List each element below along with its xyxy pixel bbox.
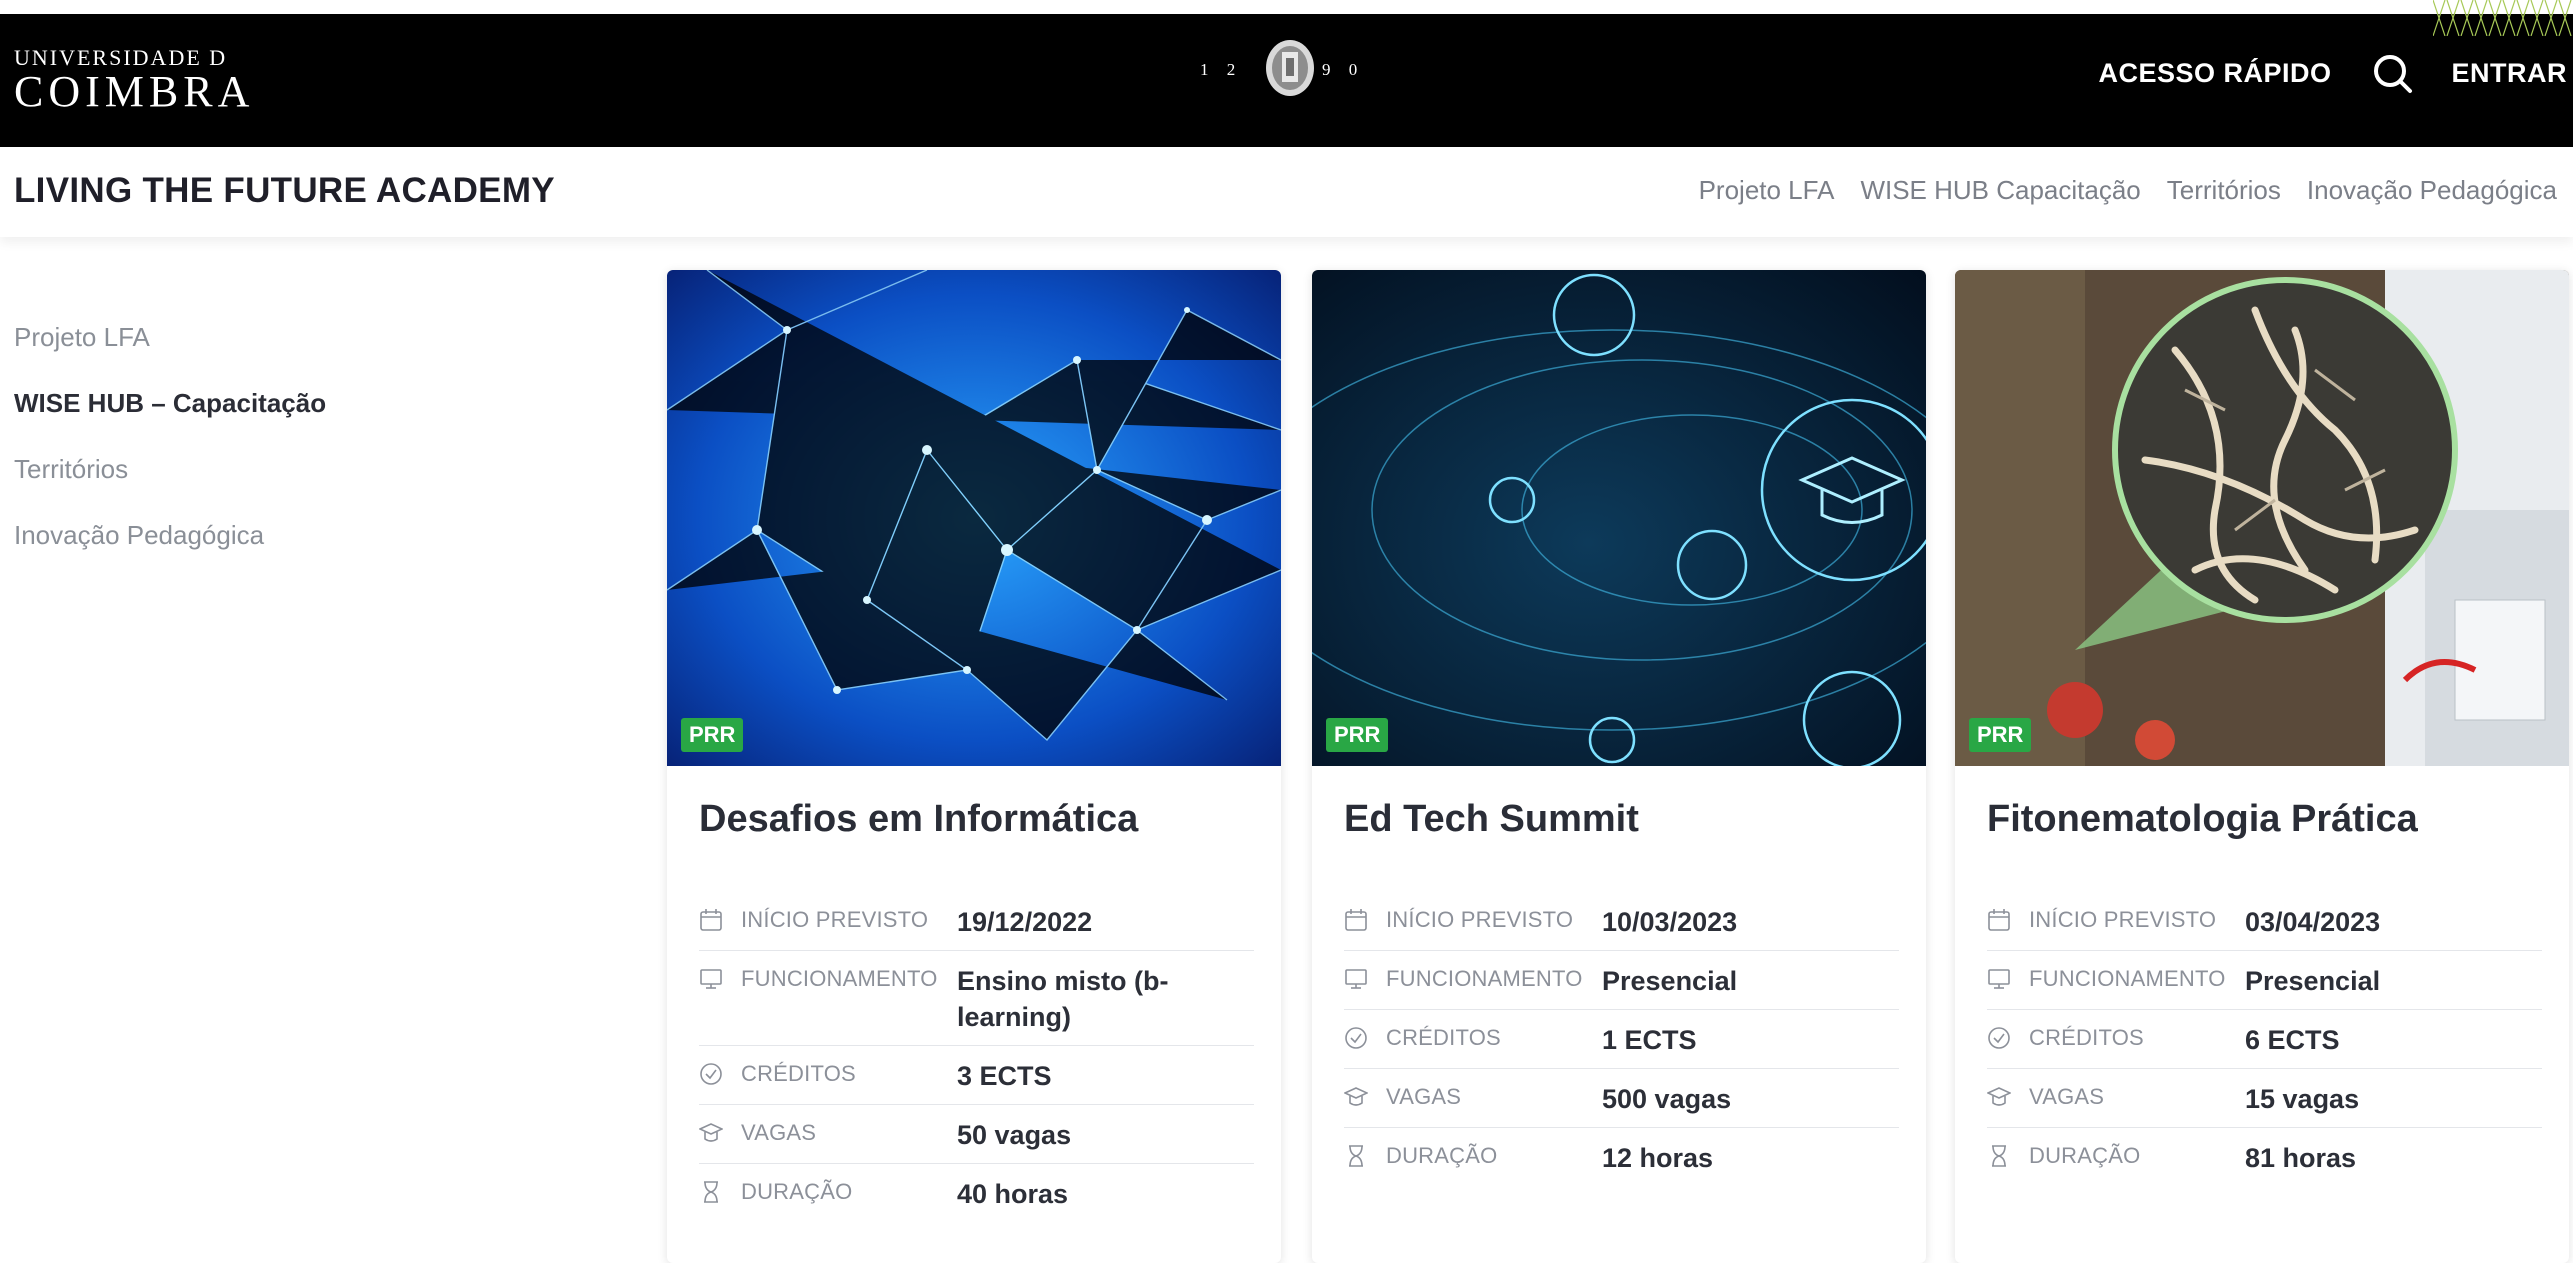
calendar-icon: [700, 909, 722, 931]
detail-label: FUNCIONAMENTO: [741, 966, 938, 991]
course-details: INÍCIO PREVISTO 03/04/2023 FUNCIONAMENTO…: [1987, 892, 2542, 1186]
sidebar-item-inovacao[interactable]: Inovação Pedagógica: [14, 514, 326, 580]
nav-wise-hub[interactable]: WISE HUB Capacitação: [1860, 175, 2140, 206]
detail-row: VAGAS 15 vagas: [1987, 1069, 2542, 1128]
detail-label: CRÉDITOS: [2029, 1025, 2144, 1050]
monitor-icon: [1345, 969, 1367, 989]
login-link[interactable]: ENTRAR: [2452, 58, 2568, 89]
detail-label: FUNCIONAMENTO: [1386, 966, 1583, 991]
detail-value: 10/03/2023: [1602, 907, 1738, 937]
hourglass-icon: [1992, 1145, 2006, 1167]
graduation-cap-icon: [1344, 1087, 1368, 1106]
detail-value: 500 vagas: [1602, 1084, 1732, 1114]
prr-badge: PRR: [1969, 718, 2032, 752]
course-title[interactable]: Desafios em Informática: [699, 798, 1138, 841]
monitor-icon: [700, 969, 722, 989]
detail-row: CRÉDITOS 1 ECTS: [1344, 1010, 1899, 1069]
detail-value: 03/04/2023: [2245, 907, 2381, 937]
detail-value: Presencial: [1602, 966, 1738, 996]
logo-big-text: COIMBRA: [14, 67, 255, 116]
course-image[interactable]: PRR: [667, 270, 1281, 766]
detail-label: DURAÇÃO: [2029, 1143, 2141, 1168]
prr-badge: PRR: [1326, 718, 1389, 752]
detail-label: INÍCIO PREVISTO: [2029, 907, 2217, 932]
section-header: LIVING THE FUTURE ACADEMY Projeto LFA WI…: [0, 147, 2573, 237]
monitor-icon: [1988, 969, 2010, 989]
check-circle-icon: [1988, 1027, 2010, 1049]
detail-label: CRÉDITOS: [1386, 1025, 1501, 1050]
calendar-icon: [1345, 909, 1367, 931]
course-image[interactable]: PRR: [1955, 270, 2569, 766]
detail-label: INÍCIO PREVISTO: [1386, 907, 1574, 932]
detail-row: INÍCIO PREVISTO 03/04/2023: [1987, 892, 2542, 951]
detail-row: VAGAS 50 vagas: [699, 1105, 1254, 1164]
detail-row: CRÉDITOS 3 ECTS: [699, 1046, 1254, 1105]
detail-row: FUNCIONAMENTO Presencial: [1344, 951, 1899, 1010]
course-details: INÍCIO PREVISTO 10/03/2023 FUNCIONAMENTO…: [1344, 892, 1899, 1186]
detail-row: INÍCIO PREVISTO 10/03/2023: [1344, 892, 1899, 951]
detail-label: DURAÇÃO: [1386, 1143, 1498, 1168]
detail-value: Ensino misto (b-learning): [957, 966, 1169, 1032]
detail-row: CRÉDITOS 6 ECTS: [1987, 1010, 2542, 1069]
year-right: 9 0: [1322, 60, 1365, 79]
sidebar-item-wise-hub[interactable]: WISE HUB – Capacitação: [14, 382, 326, 448]
detail-value: 1 ECTS: [1602, 1025, 1697, 1055]
year-left: 1 2: [1200, 60, 1243, 79]
detail-label: DURAÇÃO: [741, 1179, 853, 1204]
graduation-cap-icon: [699, 1123, 723, 1142]
detail-label: FUNCIONAMENTO: [2029, 966, 2226, 991]
calendar-icon: [1988, 909, 2010, 931]
detail-row: FUNCIONAMENTO Ensino misto (b-learning): [699, 951, 1254, 1046]
detail-value: 81 horas: [2245, 1143, 2357, 1173]
detail-row: FUNCIONAMENTO Presencial: [1987, 951, 2542, 1010]
course-details: INÍCIO PREVISTO 19/12/2022 FUNCIONAMENTO…: [699, 892, 1254, 1222]
detail-row: VAGAS 500 vagas: [1344, 1069, 1899, 1128]
detail-row: DURAÇÃO 40 horas: [699, 1164, 1254, 1222]
detail-value: 12 horas: [1602, 1143, 1714, 1173]
course-image[interactable]: PRR: [1312, 270, 1926, 766]
detail-row: DURAÇÃO 81 horas: [1987, 1128, 2542, 1186]
top-right-actions: ACESSO RÁPIDO ENTRAR: [2098, 0, 2573, 147]
nav-territorios[interactable]: Territórios: [2167, 175, 2281, 206]
detail-value: 50 vagas: [957, 1120, 1072, 1150]
sidebar: Projeto LFA WISE HUB – Capacitação Terri…: [14, 316, 326, 580]
course-card[interactable]: PRR Fitonematologia Prática INÍCIO PREVI…: [1955, 270, 2569, 1263]
detail-label: CRÉDITOS: [741, 1061, 856, 1086]
detail-value: 6 ECTS: [2245, 1025, 2340, 1055]
check-circle-icon: [700, 1063, 722, 1085]
course-title[interactable]: Fitonematologia Prática: [1987, 798, 2418, 841]
search-icon[interactable]: [2370, 51, 2416, 97]
course-card[interactable]: PRR Ed Tech Summit INÍCIO PREVISTO 10/03…: [1312, 270, 1926, 1263]
course-card[interactable]: PRR Desafios em Informática INÍCIO PREVI…: [667, 270, 1281, 1263]
nav-inovacao[interactable]: Inovação Pedagógica: [2307, 175, 2557, 206]
detail-value: 40 horas: [957, 1179, 1069, 1209]
section-nav: Projeto LFA WISE HUB Capacitação Territó…: [1699, 175, 2557, 206]
detail-value: 19/12/2022: [957, 907, 1093, 937]
detail-label: VAGAS: [741, 1120, 817, 1145]
nav-projeto-lfa[interactable]: Projeto LFA: [1699, 175, 1835, 206]
check-circle-icon: [1345, 1027, 1367, 1049]
anniversary-logo: 1 2 9 0: [1200, 38, 1380, 100]
detail-row: INÍCIO PREVISTO 19/12/2022: [699, 892, 1254, 951]
seal-icon: [1266, 40, 1314, 96]
detail-label: INÍCIO PREVISTO: [741, 907, 929, 932]
sidebar-item-projeto-lfa[interactable]: Projeto LFA: [14, 316, 326, 382]
top-bar: UNIVERSIDADE D COIMBRA 1 2 9 0 ACESSO RÁ…: [0, 0, 2573, 147]
sidebar-item-territorios[interactable]: Territórios: [14, 448, 326, 514]
detail-value: 3 ECTS: [957, 1061, 1052, 1091]
course-title[interactable]: Ed Tech Summit: [1344, 798, 1639, 841]
detail-label: VAGAS: [1386, 1084, 1462, 1109]
section-title[interactable]: LIVING THE FUTURE ACADEMY: [14, 171, 555, 211]
university-logo[interactable]: UNIVERSIDADE D COIMBRA: [14, 46, 254, 114]
detail-row: DURAÇÃO 12 horas: [1344, 1128, 1899, 1186]
graduation-cap-icon: [1987, 1087, 2011, 1106]
detail-value: Presencial: [2245, 966, 2381, 996]
hourglass-icon: [1349, 1145, 1363, 1167]
detail-value: 15 vagas: [2245, 1084, 2360, 1114]
prr-badge: PRR: [681, 718, 744, 752]
detail-label: VAGAS: [2029, 1084, 2105, 1109]
quick-access-link[interactable]: ACESSO RÁPIDO: [2098, 58, 2331, 89]
hourglass-icon: [704, 1181, 718, 1203]
